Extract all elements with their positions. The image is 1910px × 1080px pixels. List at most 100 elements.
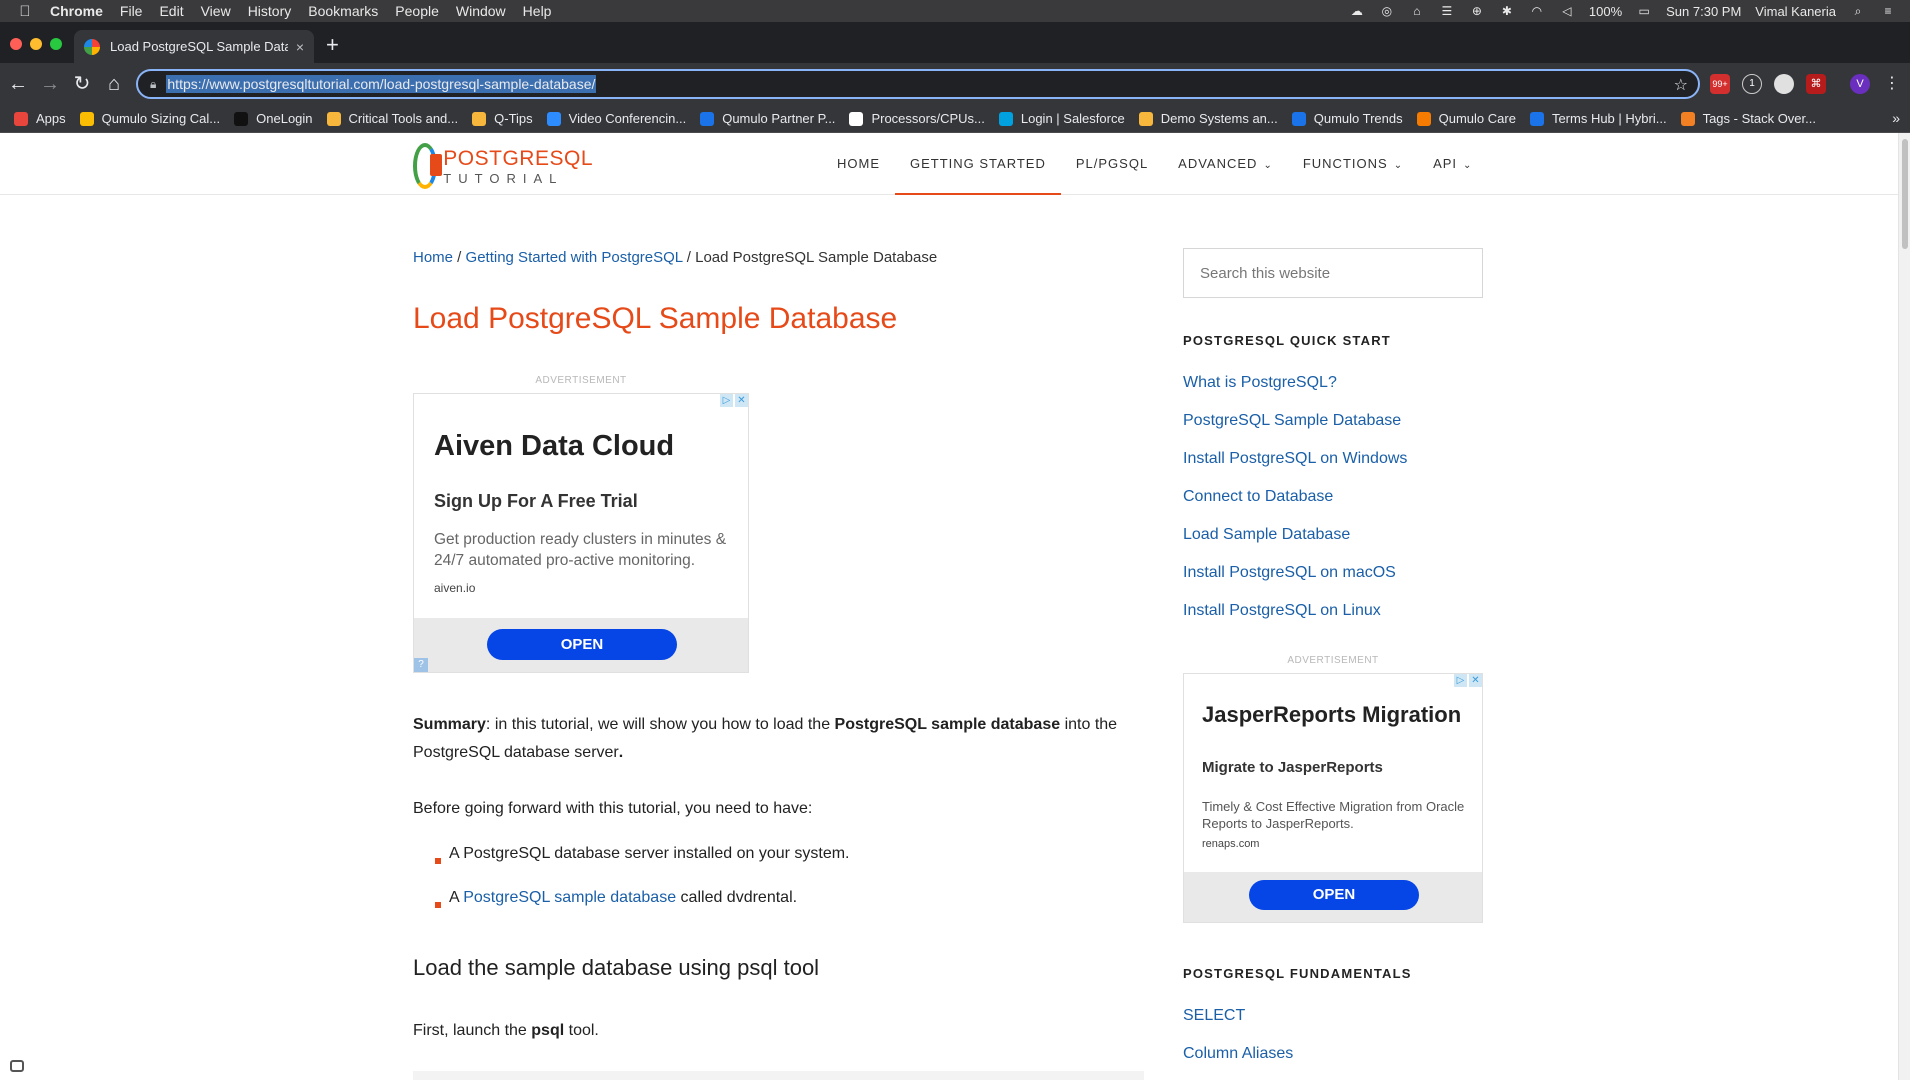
volume-icon[interactable]: ◁ (1559, 4, 1575, 18)
menu-app-name[interactable]: Chrome (50, 3, 103, 19)
menu-file[interactable]: File (120, 3, 143, 19)
bookmark-item[interactable]: Video Conferencin... (546, 111, 686, 126)
forward-arrow-icon[interactable]: → (38, 72, 62, 96)
sync-icon[interactable]: ◎ (1379, 4, 1395, 18)
bookmark-label: Qumulo Trends (1313, 111, 1403, 126)
fundamentals-heading: POSTGRESQL FUNDAMENTALS (1183, 966, 1412, 981)
tab-active[interactable]: Load PostgreSQL Sample Data × (74, 30, 314, 63)
bookmark-item[interactable]: Login | Salesforce (998, 111, 1125, 126)
bookmark-item[interactable]: Q-Tips (472, 111, 533, 126)
advertisement-jasperreports[interactable]: ▷ ✕ JasperReports Migration Migrate to Ja… (1183, 673, 1483, 923)
ad-title[interactable]: Aiven Data Cloud (434, 430, 674, 463)
bookmark-item[interactable]: Qumulo Sizing Cal... (79, 111, 220, 126)
nav-getting-started[interactable]: GETTING STARTED (895, 133, 1061, 195)
ad-open-button[interactable]: OPEN (487, 629, 677, 660)
advertisement-aiven[interactable]: ▷ ✕ Aiven Data Cloud Sign Up For A Free T… (413, 393, 749, 673)
bookmark-item[interactable]: Demo Systems an... (1138, 111, 1278, 126)
menu-history[interactable]: History (248, 3, 292, 19)
home-icon[interactable]: ⌂ (102, 72, 126, 96)
ad-choices-icon[interactable]: ▷ ✕ (1454, 674, 1482, 687)
extension-badge-icon[interactable]: 99+ (1710, 74, 1730, 94)
menu-help[interactable]: Help (523, 3, 552, 19)
spotlight-search-icon[interactable]: ⌕ (1850, 4, 1866, 18)
nav-api[interactable]: API ⌄ (1418, 133, 1487, 195)
bookmark-item[interactable]: Qumulo Partner P... (700, 111, 835, 126)
ad-subtitle[interactable]: Migrate to JasperReports (1202, 759, 1383, 776)
prerequisite-prefix: A (449, 889, 464, 906)
reload-icon[interactable]: ↻ (70, 72, 94, 96)
ad-open-button[interactable]: OPEN (1249, 880, 1419, 910)
window-close-button[interactable] (10, 38, 22, 50)
sidebar-link-select[interactable]: SELECT (1183, 1007, 1245, 1025)
new-tab-button[interactable]: + (326, 34, 339, 56)
extension-circle-icon[interactable] (1774, 74, 1794, 94)
bookmark-star-icon[interactable]: ☆ (1674, 75, 1688, 95)
scrollbar-thumb[interactable] (1902, 139, 1908, 249)
sidebar-link-install-macos[interactable]: Install PostgreSQL on macOS (1183, 564, 1396, 582)
globe-icon[interactable]: ⊕ (1469, 4, 1485, 18)
bookmark-item[interactable]: Critical Tools and... (326, 111, 458, 126)
apple-icon[interactable]:  (14, 3, 36, 20)
nav-home[interactable]: HOME (822, 133, 895, 195)
drive-icon[interactable]: ☰ (1439, 4, 1455, 18)
tab-close-icon[interactable]: × (296, 39, 304, 55)
sidebar-link-what-is-postgresql[interactable]: What is PostgreSQL? (1183, 374, 1337, 392)
menu-edit[interactable]: Edit (159, 3, 183, 19)
screen-recorder-icon[interactable] (10, 1060, 24, 1072)
chrome-menu-icon[interactable]: ⋮ (1880, 72, 1904, 96)
notification-center-icon[interactable]: ≡ (1880, 4, 1896, 18)
address-bar[interactable]: 🔒︎ https://www.postgresqltutorial.com/lo… (136, 69, 1700, 99)
site-search-input[interactable] (1183, 248, 1483, 298)
sidebar-link-install-windows[interactable]: Install PostgreSQL on Windows (1183, 450, 1407, 468)
window-zoom-button[interactable] (50, 38, 62, 50)
lock-icon[interactable]: ⌂ (1409, 4, 1425, 18)
bookmark-item[interactable]: Qumulo Trends (1291, 111, 1403, 126)
bookmark-item[interactable]: Qumulo Care (1416, 111, 1516, 126)
menu-window[interactable]: Window (456, 3, 506, 19)
menu-bookmarks[interactable]: Bookmarks (308, 3, 378, 19)
sidebar-link-sample-database[interactable]: PostgreSQL Sample Database (1183, 412, 1401, 430)
bookmark-item[interactable]: Processors/CPUs... (849, 111, 985, 126)
user-name[interactable]: Vimal Kaneria (1755, 4, 1836, 19)
ad-info-icon[interactable]: ? (414, 658, 428, 672)
nav-advanced[interactable]: ADVANCED ⌄ (1163, 133, 1288, 195)
menu-people[interactable]: People (395, 3, 439, 19)
menu-view[interactable]: View (201, 3, 231, 19)
sidebar-link-load-sample-database[interactable]: Load Sample Database (1183, 526, 1350, 544)
battery-icon[interactable]: ▭ (1636, 4, 1652, 18)
nav-functions[interactable]: FUNCTIONS ⌄ (1288, 133, 1418, 195)
url-text[interactable]: https://www.postgresqltutorial.com/load-… (166, 75, 597, 93)
sample-database-link[interactable]: PostgreSQL sample database (463, 889, 676, 906)
password-manager-icon[interactable]: 1 (1742, 74, 1762, 94)
breadcrumb-section-link[interactable]: Getting Started with PostgreSQL (466, 249, 683, 266)
nav-plpgsql[interactable]: PL/PGSQL (1061, 133, 1163, 195)
bookmark-item[interactable]: Terms Hub | Hybri... (1529, 111, 1667, 126)
prerequisite-item: A PostgreSQL database server installed o… (449, 845, 850, 862)
site-logo[interactable]: POSTGRESQL TUTORIAL (413, 143, 593, 189)
padlock-icon[interactable]: 🔒︎ (150, 77, 156, 92)
bluetooth-icon[interactable]: ✱ (1499, 4, 1515, 18)
back-arrow-icon[interactable]: ← (6, 72, 30, 96)
bookmark-item[interactable]: Apps (14, 111, 66, 126)
profile-avatar[interactable]: V (1850, 74, 1870, 94)
battery-percent[interactable]: 100% (1589, 4, 1622, 19)
window-minimize-button[interactable] (30, 38, 42, 50)
clock[interactable]: Sun 7:30 PM (1666, 4, 1741, 19)
ad-domain[interactable]: aiven.io (434, 581, 475, 595)
ad-domain[interactable]: renaps.com (1202, 838, 1259, 850)
cloud-icon[interactable]: ☁ (1349, 4, 1365, 18)
ad-subtitle[interactable]: Sign Up For A Free Trial (434, 491, 638, 512)
sidebar-link-install-linux[interactable]: Install PostgreSQL on Linux (1183, 602, 1381, 620)
page-scrollbar[interactable] (1898, 133, 1910, 1080)
ad-title[interactable]: JasperReports Migration (1202, 702, 1461, 728)
wifi-icon[interactable]: ◠ (1529, 4, 1545, 18)
bookmark-item[interactable]: OneLogin (234, 111, 313, 126)
sidebar-link-column-aliases[interactable]: Column Aliases (1183, 1045, 1293, 1063)
breadcrumb-home-link[interactable]: Home (413, 249, 453, 266)
chevron-down-icon: ⌄ (1393, 160, 1404, 171)
bookmarks-overflow-icon[interactable]: » (1892, 110, 1900, 126)
ad-choices-icon[interactable]: ▷ ✕ (720, 394, 748, 407)
bookmark-item[interactable]: Tags - Stack Over... (1680, 111, 1816, 126)
pdf-extension-icon[interactable]: ⌘ (1806, 74, 1826, 94)
sidebar-link-connect-database[interactable]: Connect to Database (1183, 488, 1333, 506)
